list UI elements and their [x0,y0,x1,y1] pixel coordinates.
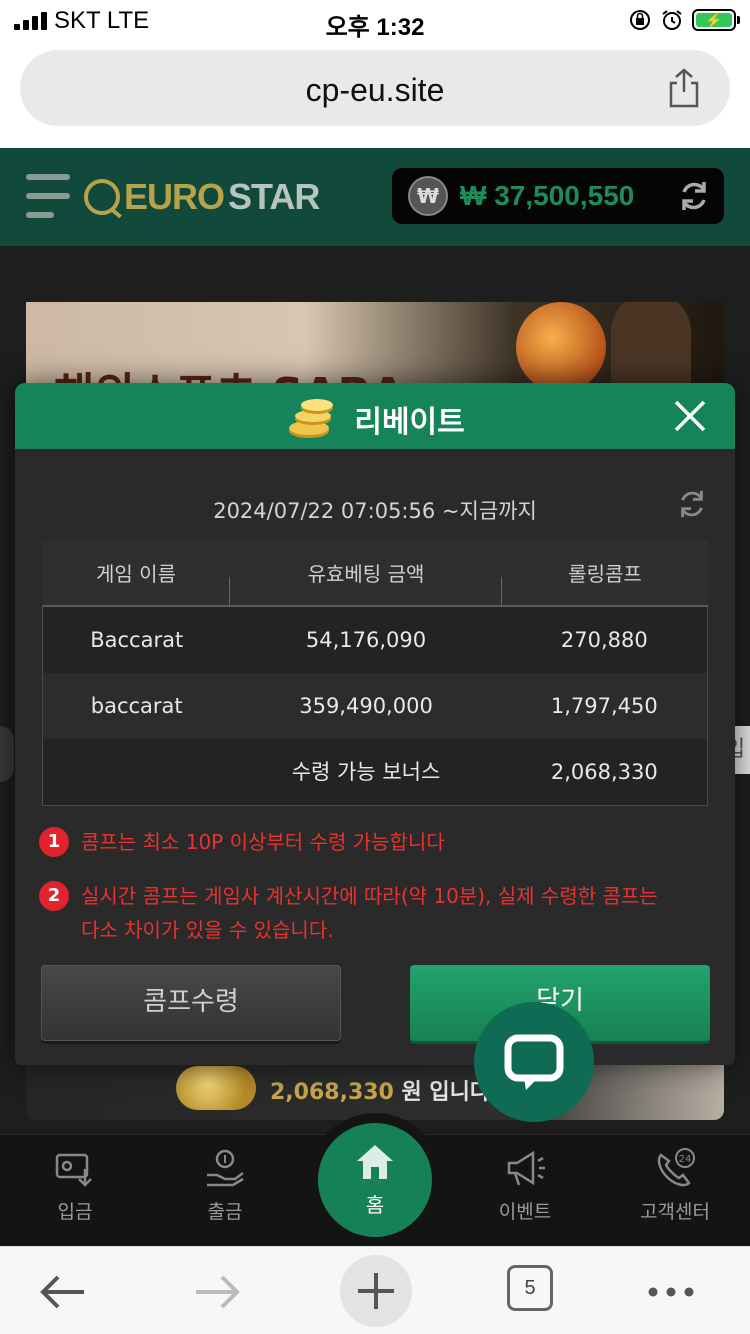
orientation-lock-icon [630,10,650,30]
cell-game: Baccarat [90,628,184,652]
back-arrow-icon[interactable] [28,1257,98,1327]
table-row: baccarat 359,490,000 1,797,450 [43,673,707,739]
cell-bonus-label: 수령 가능 보너스 [291,760,441,784]
cell-game: baccarat [90,694,183,718]
balance-box: ₩ ₩ 37,500,550 [392,168,724,224]
rebate-strip-amount: 2,068,330 [270,1080,394,1105]
more-icon[interactable] [636,1257,706,1327]
plus-icon [358,1273,394,1309]
withdraw-icon [207,1149,244,1187]
chat-button[interactable] [474,1002,594,1122]
support-24-icon: 24 [657,1148,695,1187]
rebate-strip: 2,068,330 원 입니다. [26,1058,724,1120]
alarm-icon [662,10,682,30]
modal-title-wrap: 리베이트 [15,397,735,441]
table-row: Baccarat 54,176,090 270,880 [43,607,707,673]
claim-comp-button[interactable]: 콤프수령 [41,965,341,1041]
gold-coins-icon [289,399,334,438]
nav-home-label: 홈 [365,1193,385,1217]
refresh-icon[interactable] [675,487,709,521]
site-logo[interactable]: EURO STAR [84,176,320,218]
site-header: EURO STAR ₩ ₩ 37,500,550 [0,148,750,246]
notice-text: 콤프는 최소 10P 이상부터 수령 가능합니다 [81,830,445,854]
status-icons: ⚡ [628,8,740,32]
date-range: 2024/07/22 07:05:56 ~지금까지 [213,499,537,523]
rebate-table: 게임 이름 유효베팅 금액 롤링콤프 Baccarat 54,176,090 2… [42,541,708,806]
home-icon [357,1145,393,1179]
carousel-prev-tab[interactable] [0,726,14,782]
table-header: 게임 이름 유효베팅 금액 롤링콤프 [42,541,708,607]
rebate-modal: 리베이트 2024/07/22 07:05:56 ~지금까지 게임 이름 유효베… [15,383,735,1065]
notice-item: 2 실시간 콤프는 게임사 계산시간에 따라(약 10분), 실제 수령한 콤프… [39,879,719,947]
modal-title: 리베이트 [354,405,465,440]
notice-number-badge: 1 [39,827,69,857]
nav-event[interactable]: 이벤트 [465,1147,585,1224]
url-text: cp-eu.site [305,72,445,108]
nav-support[interactable]: 24 고객센터 [615,1147,735,1224]
battery-icon: ⚡ [692,9,740,31]
player-image [611,302,691,392]
cell-comp: 270,880 [560,628,648,652]
status-bar: SKT LTE 오후 1:32 ⚡ [0,0,750,41]
nav-withdraw-label: 출금 [207,1201,243,1223]
table-row-total: 수령 가능 보너스 2,068,330 [43,739,707,805]
notice-item: 1 콤프는 최소 10P 이상부터 수령 가능합니다 [39,825,719,859]
logo-mark-icon [84,179,120,215]
nav-event-label: 이벤트 [498,1201,552,1223]
nav-home[interactable]: 홈 [318,1123,432,1237]
nav-deposit[interactable]: 입금 [15,1147,135,1224]
modal-header: 리베이트 [15,383,735,449]
forward-arrow-icon[interactable] [182,1257,252,1327]
logo-text-euro: EURO [124,176,225,217]
rebate-strip-text: 2,068,330 원 입니다. [270,1074,499,1106]
soccer-ball-image [516,302,606,392]
refresh-icon[interactable] [676,178,712,214]
cell-bonus-amount: 2,068,330 [550,760,658,784]
won-coin-icon: ₩ [408,176,448,216]
menu-icon[interactable] [26,174,70,218]
bottom-nav: 입금 출금 홈 이벤트 24 고객센터 [0,1123,750,1246]
coins-image [176,1066,256,1110]
balance-amount: ₩ 37,500,550 [460,180,635,211]
cell-empty [43,739,230,805]
browser-address-area: cp-eu.site [0,40,750,148]
browser-toolbar: 5 [0,1246,750,1334]
chat-bubble-icon [504,1034,564,1090]
table-body: Baccarat 54,176,090 270,880 baccarat 359… [42,607,708,806]
nav-withdraw[interactable]: 출금 [165,1147,285,1224]
header-rolling-comp: 롤링콤프 [568,562,642,586]
nav-deposit-label: 입금 [57,1201,93,1223]
svg-text:24: 24 [679,1154,692,1165]
share-icon[interactable] [666,68,702,108]
nav-support-label: 고객센터 [640,1201,710,1223]
megaphone-icon [507,1150,545,1186]
header-valid-bet: 유효베팅 금액 [230,541,502,605]
close-icon[interactable] [673,399,707,433]
header-game-name: 게임 이름 [42,541,230,605]
tabs-button[interactable]: 5 [507,1265,553,1311]
cell-comp: 1,797,450 [550,694,658,718]
deposit-icon [55,1153,92,1187]
new-tab-button[interactable] [340,1255,412,1327]
notice-number-badge: 2 [39,881,69,911]
address-bar[interactable]: cp-eu.site [20,50,730,126]
cell-bet: 54,176,090 [305,628,427,652]
notice-list: 1 콤프는 최소 10P 이상부터 수령 가능합니다 2 실시간 콤프는 게임사… [39,825,719,967]
logo-text-star: STAR [228,176,320,217]
notice-text: 실시간 콤프는 게임사 계산시간에 따라(약 10분), 실제 수령한 콤프는 … [81,884,658,942]
cell-bet: 359,490,000 [299,694,433,718]
